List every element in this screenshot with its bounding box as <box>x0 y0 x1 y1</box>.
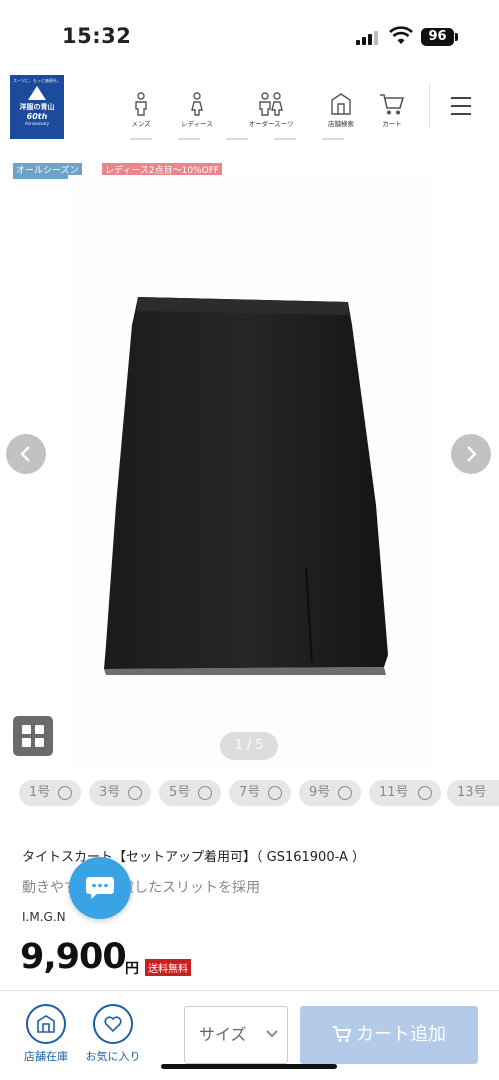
store-stock-label: 店舗在庫 <box>24 1050 68 1063</box>
size-chip-7[interactable]: 7号 <box>229 780 291 806</box>
product-title: タイトスカート【セットアップ着用可】（ GS161900-A ） <box>22 850 366 865</box>
size-chip-5[interactable]: 5号 <box>159 780 221 806</box>
size-label: 1号 <box>29 785 51 800</box>
availability-circle-icon <box>198 786 212 800</box>
nav-mens[interactable]: メンズ <box>124 92 158 128</box>
size-select[interactable]: サイズ <box>184 1006 288 1064</box>
header-subnav-strip <box>130 138 370 140</box>
size-chip-11[interactable]: 11号 <box>369 780 441 806</box>
battery-icon: 96 <box>421 28 454 46</box>
free-shipping-badge: 送料無料 <box>145 959 191 976</box>
availability-circle-icon <box>418 786 432 800</box>
man-icon <box>135 92 147 116</box>
nav-cart[interactable]: カート <box>375 92 409 128</box>
price-currency: 円 <box>125 961 139 977</box>
logo-brand: 洋服の青山 <box>19 103 55 111</box>
header-divider <box>429 84 430 128</box>
site-header: スーツに、もっと価値を。 洋服の青山 60th Anniversary メンズ … <box>0 70 499 148</box>
logo-tagline: スーツに、もっと価値を。 <box>13 78 61 83</box>
site-logo[interactable]: スーツに、もっと価値を。 洋服の青山 60th Anniversary <box>10 75 64 139</box>
home-indicator <box>161 1064 337 1069</box>
size-label: 5号 <box>169 785 191 800</box>
nav-ladies-label: レディース <box>181 120 213 128</box>
battery-cap <box>455 33 458 41</box>
size-label: 11号 <box>379 785 409 800</box>
skirt-image <box>104 297 388 675</box>
cart-icon <box>380 94 405 115</box>
cart-icon <box>333 1026 352 1043</box>
product-description: 動きやすさに配慮したスリットを採用 <box>22 880 260 896</box>
size-chip-13[interactable]: 13号 <box>447 780 499 806</box>
image-counter: 1 / 5 <box>220 732 278 760</box>
chevron-right-icon <box>467 446 477 462</box>
add-to-cart-button[interactable]: カート追加 <box>300 1006 478 1064</box>
store-stock-button[interactable]: 店舗在庫 <box>16 1004 76 1064</box>
size-chip-3[interactable]: 3号 <box>89 780 151 806</box>
availability-circle-icon <box>268 786 282 800</box>
availability-circle-icon <box>128 786 142 800</box>
store-icon <box>331 93 351 115</box>
nav-order-suits[interactable]: オーダースーツ <box>244 92 298 128</box>
size-label: 3号 <box>99 785 121 800</box>
nav-ladies[interactable]: レディース <box>176 92 218 128</box>
logo-years: 60th <box>26 112 48 121</box>
favorite-label: お気に入り <box>85 1050 141 1063</box>
size-chip-1[interactable]: 1号 <box>19 780 81 806</box>
woman-icon <box>191 92 203 116</box>
product-brand: I.M.G.N <box>22 910 66 924</box>
nav-cart-label: カート <box>382 120 402 128</box>
hamburger-menu-icon[interactable] <box>451 97 471 115</box>
signal-icon <box>356 30 380 45</box>
gallery-next-button[interactable] <box>451 434 491 474</box>
grid-view-icon[interactable] <box>13 716 53 756</box>
couple-icon <box>259 92 283 116</box>
status-time: 15:32 <box>62 24 132 48</box>
size-label: 7号 <box>239 785 261 800</box>
favorite-button[interactable]: お気に入り <box>81 1004 145 1064</box>
size-label: 13号 <box>457 785 487 800</box>
nav-mens-label: メンズ <box>131 120 151 128</box>
chat-bubble-icon <box>86 877 114 899</box>
gallery-prev-button[interactable] <box>6 434 46 474</box>
chevron-down-icon <box>266 1030 278 1038</box>
product-photo <box>68 175 432 765</box>
nav-store-label: 店舗検索 <box>328 120 354 128</box>
store-icon <box>26 1004 66 1044</box>
add-to-cart-label: カート追加 <box>356 1024 446 1045</box>
availability-circle-icon <box>58 786 72 800</box>
size-chip-list: 1号 3号 5号 7号 9号 11号 13号 <box>19 780 499 806</box>
availability-circle-icon <box>338 786 352 800</box>
status-bar: 15:32 96 <box>0 0 499 70</box>
product-price: 9,900 <box>20 937 127 977</box>
logo-mark-icon <box>28 86 46 100</box>
nav-store-search[interactable]: 店舗検索 <box>324 92 358 128</box>
nav-order-label: オーダースーツ <box>248 120 294 128</box>
chat-button[interactable] <box>69 857 131 919</box>
size-select-label: サイズ <box>199 1025 247 1044</box>
chevron-left-icon <box>20 446 30 462</box>
heart-icon <box>93 1004 133 1044</box>
size-chip-9[interactable]: 9号 <box>299 780 361 806</box>
logo-anniversary: Anniversary <box>25 121 49 126</box>
size-label: 9号 <box>309 785 331 800</box>
product-gallery[interactable]: 1 / 5 <box>0 175 499 765</box>
wifi-icon <box>389 26 413 46</box>
